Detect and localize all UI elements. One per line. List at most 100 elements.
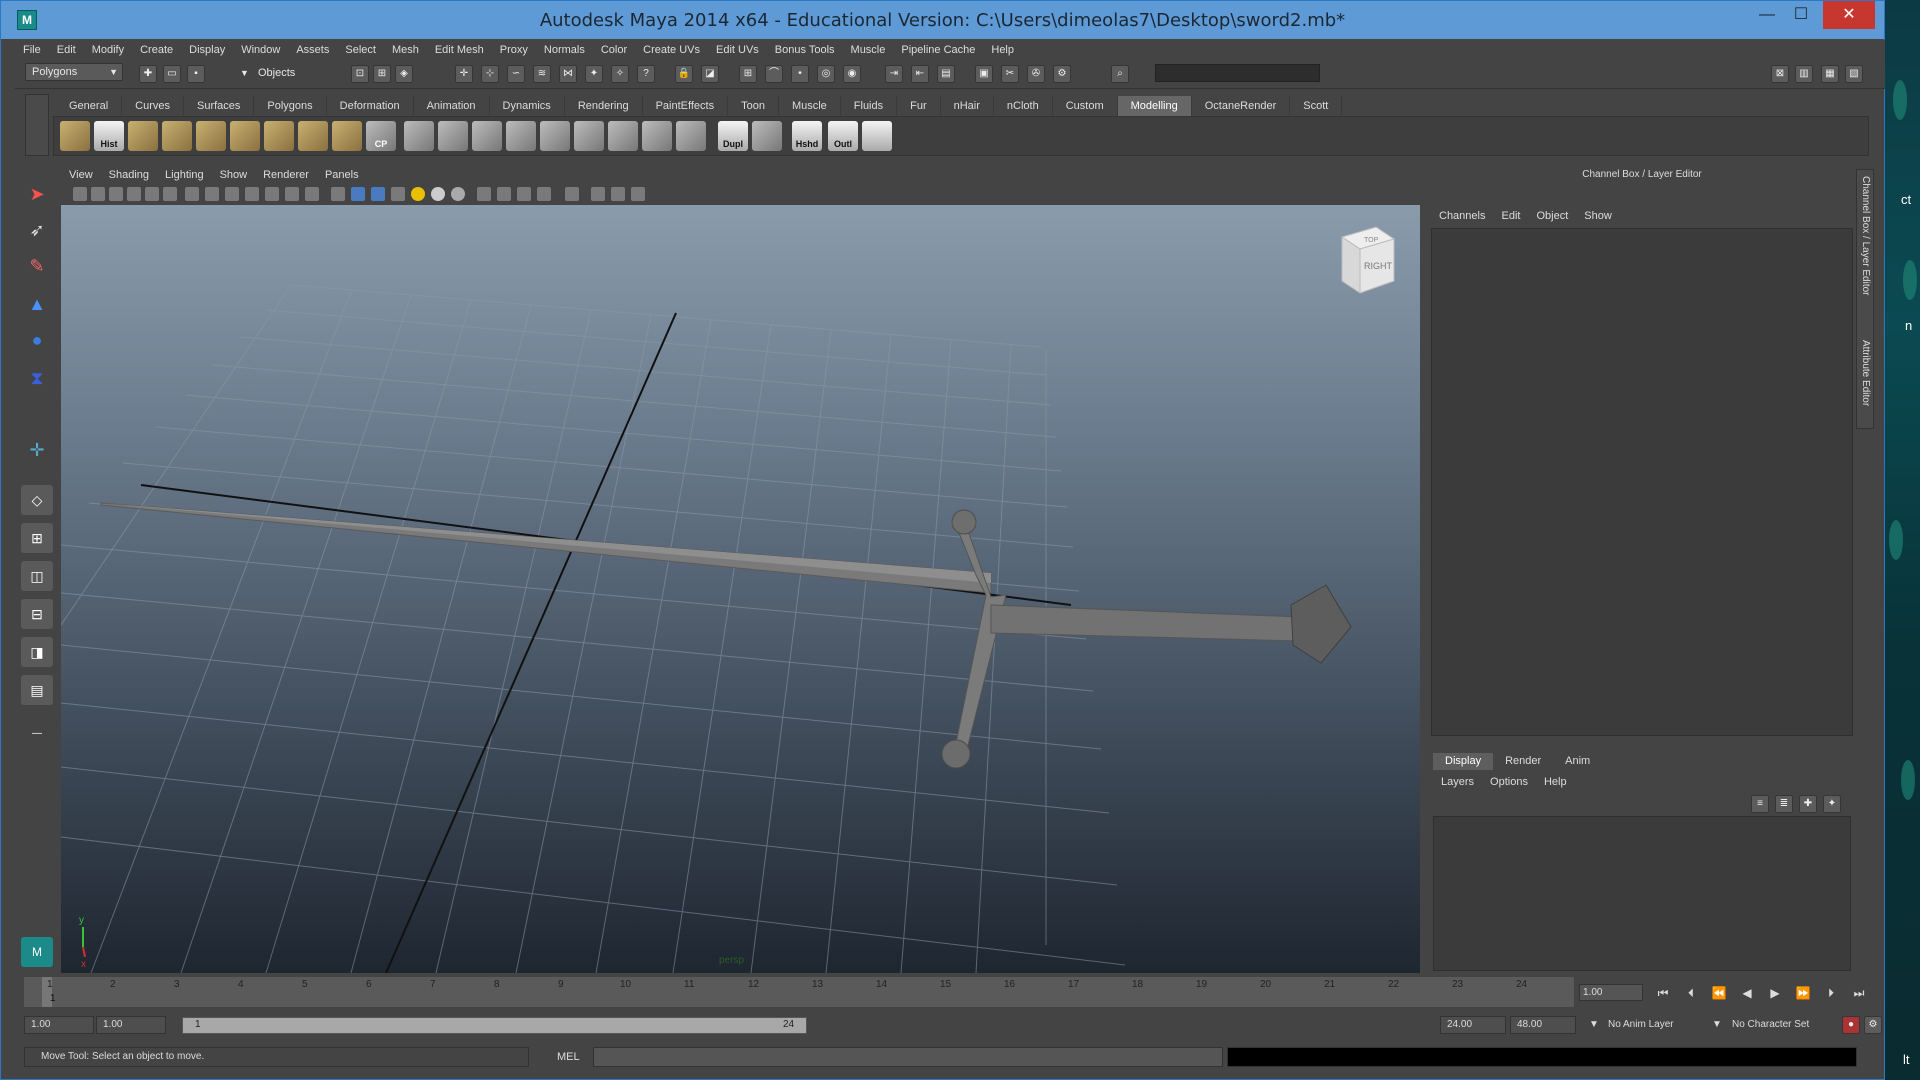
safe-action-icon[interactable] xyxy=(285,187,299,201)
insert-edge-loop-icon[interactable] xyxy=(298,121,328,151)
select-component-icon[interactable]: ◈ xyxy=(395,65,413,83)
gate-mask-icon[interactable] xyxy=(245,187,259,201)
channel-menu-object[interactable]: Object xyxy=(1528,206,1576,226)
screen-space-ao-icon[interactable] xyxy=(451,187,465,201)
animation-end-field[interactable]: 48.00 xyxy=(1510,1016,1576,1034)
poly-torus-icon[interactable] xyxy=(540,121,570,151)
mask-curve-icon[interactable]: ∽ xyxy=(507,65,525,83)
play-backwards-icon[interactable]: ◀ xyxy=(1737,985,1757,1001)
x-ray-joints-icon[interactable] xyxy=(591,187,605,201)
snap-point-icon[interactable]: • xyxy=(791,65,809,83)
new-scene-icon[interactable]: ✚ xyxy=(139,65,157,83)
shelf-tab-animation[interactable]: Animation xyxy=(414,96,490,116)
shelf-tab-modelling[interactable]: Modelling xyxy=(1117,96,1192,116)
center-pivot-icon[interactable]: CP xyxy=(366,121,396,151)
smooth-shade-icon[interactable] xyxy=(351,187,365,201)
channel-box-toggle-icon[interactable]: ▧ xyxy=(1845,65,1863,83)
playback-end-field[interactable]: 24.00 xyxy=(1440,1016,1506,1034)
shelf-tab-fur[interactable]: Fur xyxy=(897,96,941,116)
shelf-tab-painteffects[interactable]: PaintEffects xyxy=(643,96,729,116)
four-view-layout-icon[interactable]: ⊞ xyxy=(21,523,53,553)
poly-prism-icon[interactable] xyxy=(574,121,604,151)
mask-surface-icon[interactable]: ≋ xyxy=(533,65,551,83)
mask-deform-icon[interactable]: ⋈ xyxy=(559,65,577,83)
layer-tab-render[interactable]: Render xyxy=(1493,753,1553,770)
quick-select-input[interactable] xyxy=(1155,64,1320,82)
menu-color[interactable]: Color xyxy=(593,44,635,56)
mask-render-icon[interactable]: ✧ xyxy=(611,65,629,83)
paint-select-tool-icon[interactable]: ✎ xyxy=(21,251,53,281)
shadows-icon[interactable] xyxy=(431,187,445,201)
menu-edit-uvs[interactable]: Edit UVs xyxy=(708,44,767,56)
render-view-icon[interactable]: ▣ xyxy=(975,65,993,83)
hypershade-icon[interactable]: Hshd xyxy=(792,121,822,151)
script-language-toggle[interactable]: MEL xyxy=(557,1051,580,1063)
shelf-tab-nhair[interactable]: nHair xyxy=(941,96,994,116)
use-all-lights-icon[interactable] xyxy=(411,187,425,201)
anim-layer-dropdown[interactable]: No Anim Layer xyxy=(1608,1016,1674,1034)
construction-history-icon[interactable]: ▤ xyxy=(937,65,955,83)
auto-key-icon[interactable]: ● xyxy=(1842,1016,1860,1034)
two-d-pan-icon[interactable] xyxy=(145,187,159,201)
viewport-menu-panels[interactable]: Panels xyxy=(317,166,367,184)
new-layer-selected-icon[interactable]: ✦ xyxy=(1823,795,1841,813)
shelf-tab-polygons[interactable]: Polygons xyxy=(254,96,327,116)
mask-misc-icon[interactable]: ? xyxy=(637,65,655,83)
history-icon[interactable]: Hist xyxy=(94,121,124,151)
quick-rename-icon[interactable]: ⌕ xyxy=(1111,65,1129,83)
shelf-tab-octanerender[interactable]: OctaneRender xyxy=(1192,96,1291,116)
view-cube[interactable]: TOP RIGHT xyxy=(1336,223,1396,295)
depth-of-field-icon[interactable] xyxy=(517,187,531,201)
input-ops-icon[interactable]: ⇥ xyxy=(885,65,903,83)
render-settings-icon[interactable]: ⚙ xyxy=(1053,65,1071,83)
field-chart-icon[interactable] xyxy=(265,187,279,201)
menu-bonus-tools[interactable]: Bonus Tools xyxy=(767,44,843,56)
play-forwards-icon[interactable]: ▶ xyxy=(1765,985,1785,1001)
persp-hypershade-layout-icon[interactable]: ◨ xyxy=(21,637,53,667)
outliner-icon[interactable]: Outl xyxy=(828,121,858,151)
shelf-tab-surfaces[interactable]: Surfaces xyxy=(184,96,255,116)
time-slider[interactable]: 1 1 2 3 4 5 6 7 8 9 10 11 12 13 14 15 16… xyxy=(24,977,1574,1007)
snap-grid-icon[interactable]: ⊞ xyxy=(739,65,757,83)
poly-sphere-icon[interactable] xyxy=(404,121,434,151)
share-view-icon[interactable] xyxy=(631,187,645,201)
multisample-aa-icon[interactable] xyxy=(497,187,511,201)
save-scene-icon[interactable]: ▪ xyxy=(187,65,205,83)
select-tool-icon[interactable]: ➤ xyxy=(21,179,53,209)
select-camera-icon[interactable] xyxy=(73,187,87,201)
poly-pipe-icon[interactable] xyxy=(642,121,672,151)
open-scene-icon[interactable]: ▭ xyxy=(163,65,181,83)
backface-culling-icon[interactable] xyxy=(611,187,625,201)
shelf-tab-general[interactable]: General xyxy=(56,96,123,116)
channel-menu-show[interactable]: Show xyxy=(1576,206,1620,226)
minimize-button[interactable]: — xyxy=(1749,1,1785,29)
go-to-end-icon[interactable]: ⏭ xyxy=(1849,985,1869,1001)
viewport-menu-lighting[interactable]: Lighting xyxy=(157,166,212,184)
command-line-input[interactable] xyxy=(593,1047,1223,1067)
menu-create-uvs[interactable]: Create UVs xyxy=(635,44,708,56)
bookmarks-icon[interactable] xyxy=(109,187,123,201)
animation-start-field[interactable]: 1.00 xyxy=(24,1016,94,1034)
mask-joint-icon[interactable]: ⊹ xyxy=(481,65,499,83)
lasso-tool-icon[interactable]: ➶ xyxy=(21,215,53,245)
step-forward-key-icon[interactable]: ⏩ xyxy=(1793,985,1813,1001)
scale-tool-icon[interactable]: ⧗ xyxy=(21,363,53,393)
menu-pipeline-cache[interactable]: Pipeline Cache xyxy=(893,44,983,56)
shelf-tab-deformation[interactable]: Deformation xyxy=(327,96,414,116)
bevel-icon[interactable] xyxy=(230,121,260,151)
shelf-tab-scott[interactable]: Scott xyxy=(1290,96,1343,116)
menu-modify[interactable]: Modify xyxy=(84,44,132,56)
menu-file[interactable]: File xyxy=(15,44,49,56)
move-layer-up-icon[interactable]: ≡ xyxy=(1751,795,1769,813)
lock-selection-icon[interactable]: 🔒 xyxy=(675,65,693,83)
selection-mode-dropdown[interactable]: ▼ Objects xyxy=(236,64,346,82)
layer-menu-layers[interactable]: Layers xyxy=(1433,773,1482,791)
isolate-select-icon[interactable] xyxy=(537,187,551,201)
x-ray-icon[interactable] xyxy=(565,187,579,201)
menu-help[interactable]: Help xyxy=(983,44,1022,56)
range-slider[interactable]: 1 24 xyxy=(182,1017,807,1034)
character-set-dropdown[interactable]: No Character Set xyxy=(1732,1016,1809,1034)
shelf-tab-muscle[interactable]: Muscle xyxy=(779,96,841,116)
shelf-menu-handle[interactable] xyxy=(25,94,49,156)
wireframe-icon[interactable] xyxy=(331,187,345,201)
